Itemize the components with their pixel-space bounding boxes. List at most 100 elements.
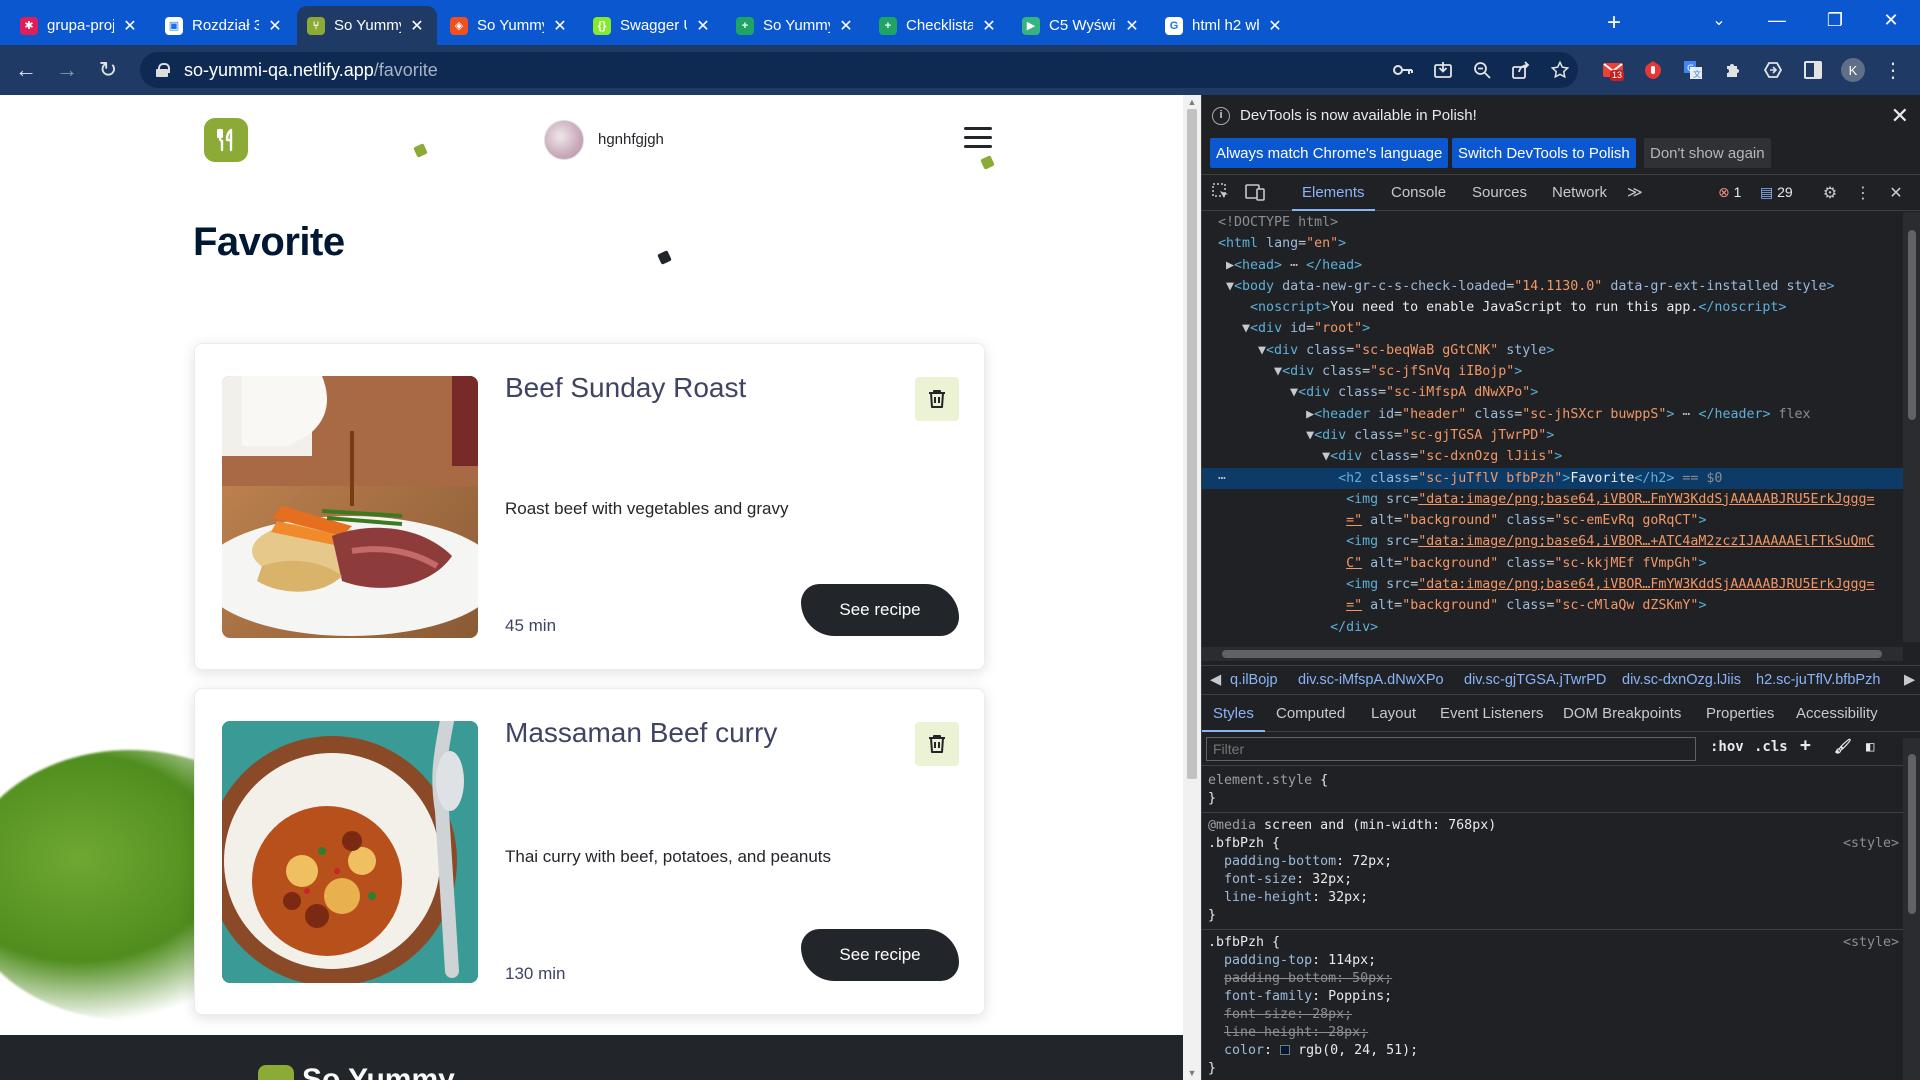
reload-button[interactable]: ↻: [92, 54, 124, 86]
styles-scrollbar[interactable]: [1903, 738, 1920, 1080]
hamburger-menu-icon[interactable]: [964, 127, 992, 149]
user-name[interactable]: hgnhfgjgh: [598, 131, 664, 148]
new-rule-icon[interactable]: +: [1800, 735, 1811, 756]
star-icon[interactable]: [1547, 57, 1573, 83]
breadcrumb-item[interactable]: div.sc-gjTGSA.jTwrPD: [1464, 672, 1606, 688]
dom-node[interactable]: ▶<header id="header" class="sc-jhSXcr bu…: [1202, 404, 1903, 425]
recipe-title[interactable]: Beef Sunday Roast: [505, 372, 746, 404]
dom-node[interactable]: ▶<head> ⋯ </head>: [1202, 255, 1903, 276]
see-recipe-button[interactable]: See recipe: [801, 929, 959, 981]
sync-icon[interactable]: [1760, 57, 1786, 83]
restore-button[interactable]: ❐: [1806, 0, 1864, 40]
install-icon[interactable]: [1430, 57, 1456, 83]
breadcrumb-item[interactable]: h2.sc-juTflV.bfbPzh: [1756, 672, 1880, 688]
sidebar-toggle-icon[interactable]: ◧: [1866, 739, 1874, 755]
browser-tab[interactable]: {} Swagger UI ✕: [583, 6, 723, 45]
hover-state-toggle[interactable]: :hov: [1710, 739, 1744, 755]
breadcrumb-item[interactable]: q.ilBojp: [1230, 672, 1278, 688]
browser-tab[interactable]: ⑂ So Yummy ✕: [297, 6, 437, 45]
gmail-icon[interactable]: 13: [1600, 57, 1626, 83]
breadcrumb-scroll-left-icon[interactable]: ◀: [1210, 672, 1221, 688]
tab-console[interactable]: Console: [1391, 175, 1446, 211]
logo-icon[interactable]: [204, 118, 248, 162]
more-tabs-icon[interactable]: ≫: [1627, 175, 1643, 211]
translate-icon[interactable]: G文: [1680, 57, 1706, 83]
see-recipe-button[interactable]: See recipe: [801, 584, 959, 636]
page-scrollbar[interactable]: ▲ ▼: [1183, 95, 1201, 1080]
new-tab-button[interactable]: +: [1596, 6, 1632, 40]
browser-tab[interactable]: ◈ So Yummy – I ✕: [440, 6, 580, 45]
browser-tab[interactable]: ▣ Rozdział 3. N ✕: [155, 6, 295, 45]
recipe-title[interactable]: Massaman Beef curry: [505, 717, 777, 749]
dom-node[interactable]: ▶<ul class="sc-kVmAmP bwElnu"> ⋯ </ul> f…: [1202, 638, 1903, 642]
dom-node[interactable]: C" alt="background" class="sc-kkjMEf fVm…: [1202, 553, 1903, 574]
tab-computed[interactable]: Computed: [1276, 696, 1345, 732]
dom-node-selected[interactable]: ⋯ <h2 class="sc-juTflV bfbPzh">Favorite<…: [1202, 467, 1903, 489]
dom-tree-scrollbar[interactable]: [1903, 212, 1920, 642]
dom-node[interactable]: ▼<body data-new-gr-c-s-check-loaded="14.…: [1202, 276, 1903, 297]
paint-icon[interactable]: 🖌: [1834, 739, 1852, 755]
dom-tree-horizontal-scrollbar[interactable]: [1202, 647, 1903, 661]
dom-node[interactable]: ▼<div class="sc-gjTGSA jTwrPD">: [1202, 425, 1903, 446]
tab-close-icon[interactable]: ✕: [1122, 16, 1142, 36]
tab-close-icon[interactable]: ✕: [407, 16, 427, 36]
error-count-badge[interactable]: ⊗ 1: [1718, 184, 1741, 201]
browser-tab[interactable]: + So Yummy - S ✕: [726, 6, 866, 45]
browser-tab[interactable]: Ghtml h2 what ✕: [1155, 6, 1295, 45]
sidepanel-icon[interactable]: [1800, 57, 1826, 83]
address-bar[interactable]: so-yummi-qa.netlify.app/favorite: [140, 52, 1578, 88]
dom-node[interactable]: ▼<div class="sc-dxnOzg lJiis">: [1202, 446, 1903, 467]
delete-favorite-button[interactable]: [915, 722, 959, 766]
breadcrumb-item[interactable]: div.sc-iMfspA.dNwXPo: [1298, 672, 1444, 688]
tab-close-icon[interactable]: ✕: [265, 16, 285, 36]
tab-event-listeners[interactable]: Event Listeners: [1440, 696, 1543, 732]
dom-tree[interactable]: <!DOCTYPE html> <html lang="en"> ▶<head>…: [1202, 212, 1903, 642]
breadcrumb-item[interactable]: div.sc-dxnOzg.lJiis: [1622, 672, 1741, 688]
browser-tab[interactable]: ▶ C5 Wyświetla ✕: [1012, 6, 1152, 45]
delete-favorite-button[interactable]: [915, 377, 959, 421]
breadcrumb-scroll-right-icon[interactable]: ▶: [1904, 672, 1915, 688]
recipe-image-massaman-curry[interactable]: [222, 721, 478, 983]
styles-filter-input[interactable]: [1206, 737, 1696, 761]
recipe-image-beef-roast[interactable]: [222, 376, 478, 638]
user-avatar[interactable]: [544, 120, 584, 160]
tab-accessibility[interactable]: Accessibility: [1796, 696, 1878, 732]
close-window-button[interactable]: ✕: [1862, 0, 1920, 40]
menu-icon[interactable]: ⋮: [1880, 57, 1906, 83]
close-devtools-icon[interactable]: ✕: [1885, 183, 1907, 205]
tab-properties[interactable]: Properties: [1706, 696, 1774, 732]
dom-node[interactable]: </div>: [1202, 617, 1903, 638]
switch-to-polish-button[interactable]: Switch DevTools to Polish: [1452, 138, 1636, 168]
tab-styles[interactable]: Styles: [1202, 696, 1265, 732]
tab-close-icon[interactable]: ✕: [550, 16, 570, 36]
profile-icon[interactable]: K: [1840, 57, 1866, 83]
dom-node[interactable]: ▼<div class="sc-beqWaB gGtCNK" style>: [1202, 340, 1903, 361]
dom-node[interactable]: ▼<div id="root">: [1202, 318, 1903, 339]
dom-node[interactable]: <noscript>You need to enable JavaScript …: [1202, 297, 1903, 318]
tab-close-icon[interactable]: ✕: [979, 16, 999, 36]
key-icon[interactable]: [1390, 57, 1416, 83]
tab-close-icon[interactable]: ✕: [120, 16, 140, 36]
back-button[interactable]: ←: [10, 54, 42, 86]
dom-node[interactable]: ▼<div class="sc-iMfspA dNwXPo">: [1202, 382, 1903, 403]
message-count-badge[interactable]: ▤ 29: [1760, 184, 1793, 201]
inspect-element-icon[interactable]: [1210, 183, 1232, 205]
dom-node[interactable]: =" alt="background" class="sc-emEvRq goR…: [1202, 510, 1903, 531]
tab-network[interactable]: Network: [1552, 175, 1607, 211]
tab-close-icon[interactable]: ✕: [836, 16, 856, 36]
tab-search-icon[interactable]: ⌄: [1690, 0, 1748, 40]
tab-sources[interactable]: Sources: [1472, 175, 1527, 211]
tab-close-icon[interactable]: ✕: [1265, 16, 1285, 36]
dom-node[interactable]: =" alt="background" class="sc-cMlaQw dZS…: [1202, 595, 1903, 616]
browser-tab[interactable]: + Checklista Na ✕: [869, 6, 1009, 45]
settings-gear-icon[interactable]: ⚙: [1819, 183, 1841, 205]
footer-logo-icon[interactable]: [258, 1065, 294, 1080]
tab-elements[interactable]: Elements: [1292, 175, 1375, 211]
dom-node[interactable]: <img src="data:image/png;base64,iVBOR…Fm…: [1202, 574, 1903, 595]
dont-show-again-button[interactable]: Don't show again: [1644, 138, 1771, 168]
close-infobar-icon[interactable]: ✕: [1891, 103, 1909, 129]
styles-pane[interactable]: element.style { } @media screen and (min…: [1202, 766, 1903, 1080]
dom-node[interactable]: <html lang="en">: [1202, 233, 1903, 254]
tab-layout[interactable]: Layout: [1371, 696, 1416, 732]
dom-node[interactable]: ▼<div class="sc-jfSnVq iIBojp">: [1202, 361, 1903, 382]
